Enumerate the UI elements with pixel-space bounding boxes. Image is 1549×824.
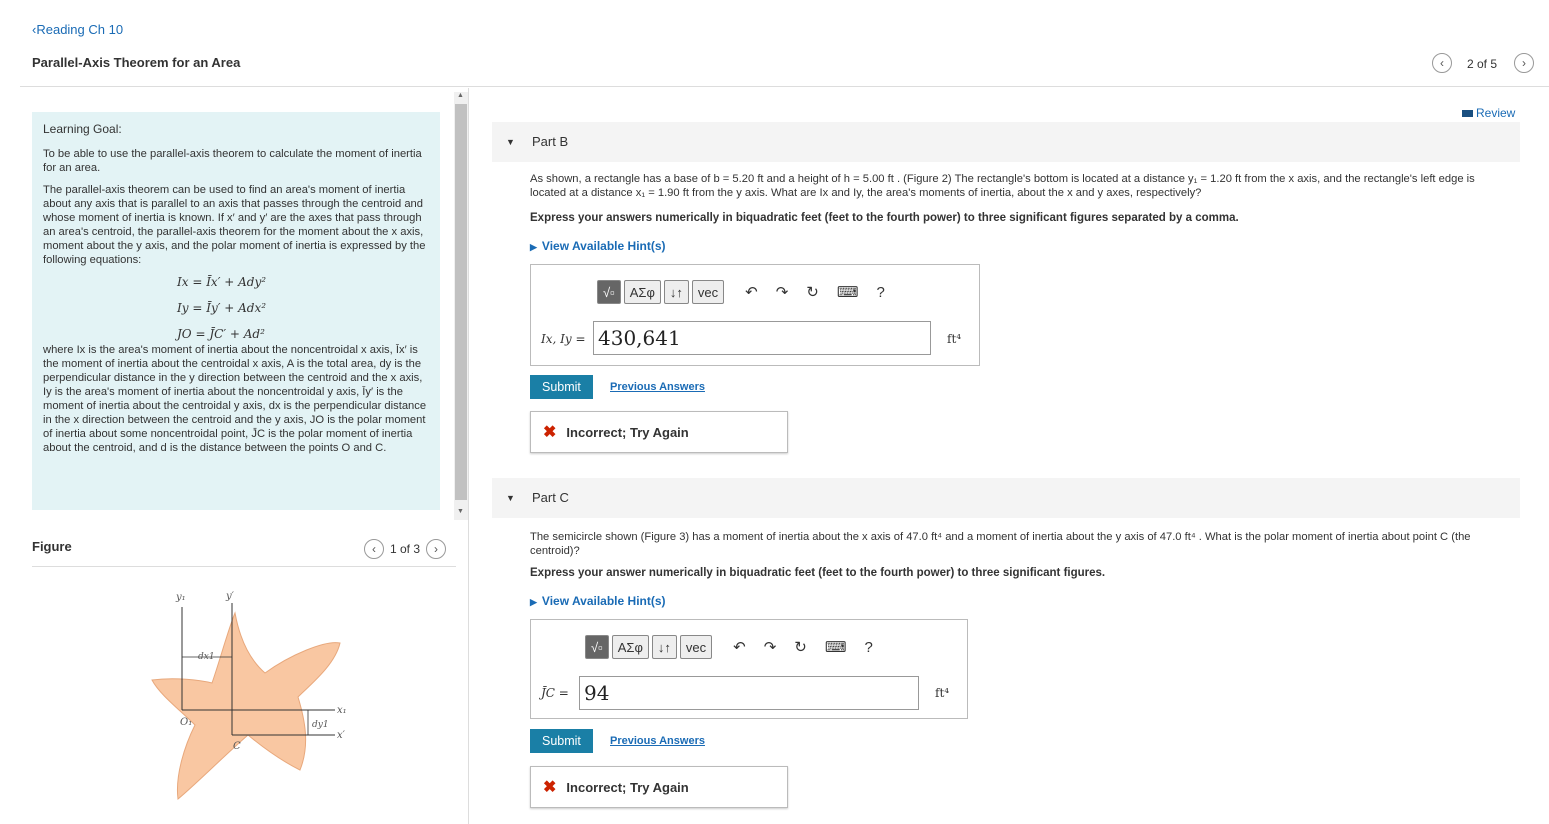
chevron-right-icon: › <box>1522 56 1526 70</box>
keyboard-icon[interactable]: ⌨ <box>825 638 847 656</box>
goal-paragraph-3: where Ix is the area's moment of inertia… <box>43 344 427 454</box>
xprime-axis-label: x′ <box>337 730 346 741</box>
part-b-answer-input[interactable]: 430,641 <box>593 321 931 355</box>
reset-icon[interactable]: ↻ <box>794 638 807 656</box>
goal-scrollbar-thumb[interactable] <box>455 104 467 500</box>
pane-divider <box>468 88 469 824</box>
vec-button[interactable]: vec <box>679 635 713 659</box>
part-c-unit: ft⁴ <box>935 686 950 700</box>
c-point-label: C <box>233 741 241 752</box>
figure-heading: Figure <box>32 539 72 554</box>
part-b-header[interactable]: ▼ Part B <box>492 122 1520 162</box>
figure-star-diagram: y₁ y′ dx1 dy1 x₁ x′ O₁ C <box>151 591 347 800</box>
part-b-submit-button[interactable]: Submit <box>530 375 593 399</box>
part-b-question: As shown, a rectangle has a base of b = … <box>530 173 1475 199</box>
scroll-up-icon[interactable]: ▲ <box>457 92 464 99</box>
help-icon[interactable]: ? <box>877 284 885 301</box>
yprime-axis-label: y′ <box>225 591 235 602</box>
caret-right-icon: ▶ <box>530 597 537 607</box>
subscript-button[interactable]: ↓↑ <box>663 280 689 304</box>
x-mark-icon: ✖ <box>543 424 557 441</box>
part-b-answer-box: √▫ ΑΣφ ↓↑ vec ↶ ↷ ↻ ⌨ ? Ix, Iy = 430,641… <box>530 264 980 366</box>
caret-right-icon: ▶ <box>530 242 537 252</box>
chevron-right-icon: › <box>434 542 439 556</box>
caret-down-icon: ▼ <box>506 493 515 503</box>
goal-paragraph-1: To be able to use the parallel-axis theo… <box>43 148 422 174</box>
subscript-button[interactable]: ↓↑ <box>651 635 677 659</box>
book-icon <box>1462 110 1473 117</box>
redo-icon[interactable]: ↷ <box>776 283 789 301</box>
star-shape <box>151 611 341 800</box>
part-c-math-toolbar: √▫ ΑΣφ ↓↑ vec ↶ ↷ ↻ ⌨ ? <box>585 635 873 659</box>
templates-button[interactable]: √▫ <box>597 280 621 304</box>
part-c-question: The semicircle shown (Figure 3) has a mo… <box>530 531 1471 557</box>
keyboard-icon[interactable]: ⌨ <box>837 283 859 301</box>
chevron-left-icon: ‹ <box>372 542 376 556</box>
part-b-instructions: Express your answers numerically in biqu… <box>530 212 1239 224</box>
goal-paragraph-2: The parallel-axis theorem can be used to… <box>43 184 426 266</box>
breadcrumb-link[interactable]: ‹Reading Ch 10 <box>32 22 123 37</box>
part-c-answer-input[interactable]: 94 <box>579 676 919 710</box>
dx1-label: dx1 <box>198 652 215 662</box>
item-pager: 2 of 5 <box>1467 57 1498 71</box>
part-c-instructions: Express your answer numerically in biqua… <box>530 567 1106 579</box>
part-c-answer-label: J̄C = <box>541 686 569 700</box>
part-b-answer-label: Ix, Iy = <box>541 332 586 346</box>
templates-button[interactable]: √▫ <box>585 635 609 659</box>
undo-icon[interactable]: ↶ <box>745 283 758 301</box>
part-b-unit: ft⁴ <box>947 332 962 346</box>
equation-ix: Ix = Īx′ + Ady² <box>177 275 267 289</box>
part-c-header[interactable]: ▼ Part C <box>492 478 1520 518</box>
part-b-math-toolbar: √▫ ΑΣφ ↓↑ vec ↶ ↷ ↻ ⌨ ? <box>597 280 885 304</box>
part-c-hint-link[interactable]: ▶ View Available Hint(s) <box>530 594 666 608</box>
caret-down-icon: ▼ <box>506 137 515 147</box>
part-c-previous-answers-link[interactable]: Previous Answers <box>610 735 705 747</box>
figure-divider <box>32 566 456 567</box>
learning-goal-panel: Learning Goal: To be able to use the par… <box>32 112 440 510</box>
page-title: Parallel-Axis Theorem for an Area <box>32 55 241 70</box>
x-mark-icon: ✖ <box>543 779 557 796</box>
vec-button[interactable]: vec <box>691 280 725 304</box>
next-figure-button[interactable]: › <box>426 539 447 559</box>
equation-jo: JO = J̄C′ + Ad² <box>177 327 265 341</box>
chevron-left-icon: ‹ <box>1440 56 1444 70</box>
review-link[interactable]: Review <box>1462 106 1515 120</box>
greek-button[interactable]: ΑΣφ <box>611 635 649 659</box>
prev-item-button[interactable]: ‹ <box>1432 53 1452 73</box>
part-b-previous-answers-link[interactable]: Previous Answers <box>610 381 705 393</box>
figure-pager-label: 1 of 3 <box>390 542 421 556</box>
prev-figure-button[interactable]: ‹ <box>364 539 384 559</box>
reset-icon[interactable]: ↻ <box>806 283 819 301</box>
equation-iy: Iy = Īy′ + Adx² <box>177 301 267 315</box>
part-c-submit-button[interactable]: Submit <box>530 729 593 753</box>
learning-goal-title: Learning Goal: <box>43 122 122 136</box>
o1-point-label: O₁ <box>180 717 192 728</box>
next-item-button[interactable]: › <box>1514 53 1534 73</box>
redo-icon[interactable]: ↷ <box>764 638 777 656</box>
x1-axis-label: x₁ <box>337 705 347 716</box>
part-b-feedback: ✖ Incorrect; Try Again <box>530 411 788 453</box>
dy1-label: dy1 <box>312 720 329 730</box>
part-c-label: Part C <box>532 490 569 505</box>
undo-icon[interactable]: ↶ <box>733 638 746 656</box>
part-c-feedback: ✖ Incorrect; Try Again <box>530 766 788 808</box>
part-b-hint-link[interactable]: ▶ View Available Hint(s) <box>530 239 666 253</box>
part-c-answer-box: √▫ ΑΣφ ↓↑ vec ↶ ↷ ↻ ⌨ ? J̄C = 94 ft⁴ <box>530 619 968 719</box>
help-icon[interactable]: ? <box>865 639 873 656</box>
figure-pager: ‹ 1 of 3 › <box>364 539 447 559</box>
scroll-down-icon[interactable]: ▼ <box>457 508 464 515</box>
y1-axis-label: y₁ <box>175 592 186 603</box>
header-divider <box>20 86 1549 87</box>
greek-button[interactable]: ΑΣφ <box>623 280 661 304</box>
part-b-label: Part B <box>532 134 569 149</box>
